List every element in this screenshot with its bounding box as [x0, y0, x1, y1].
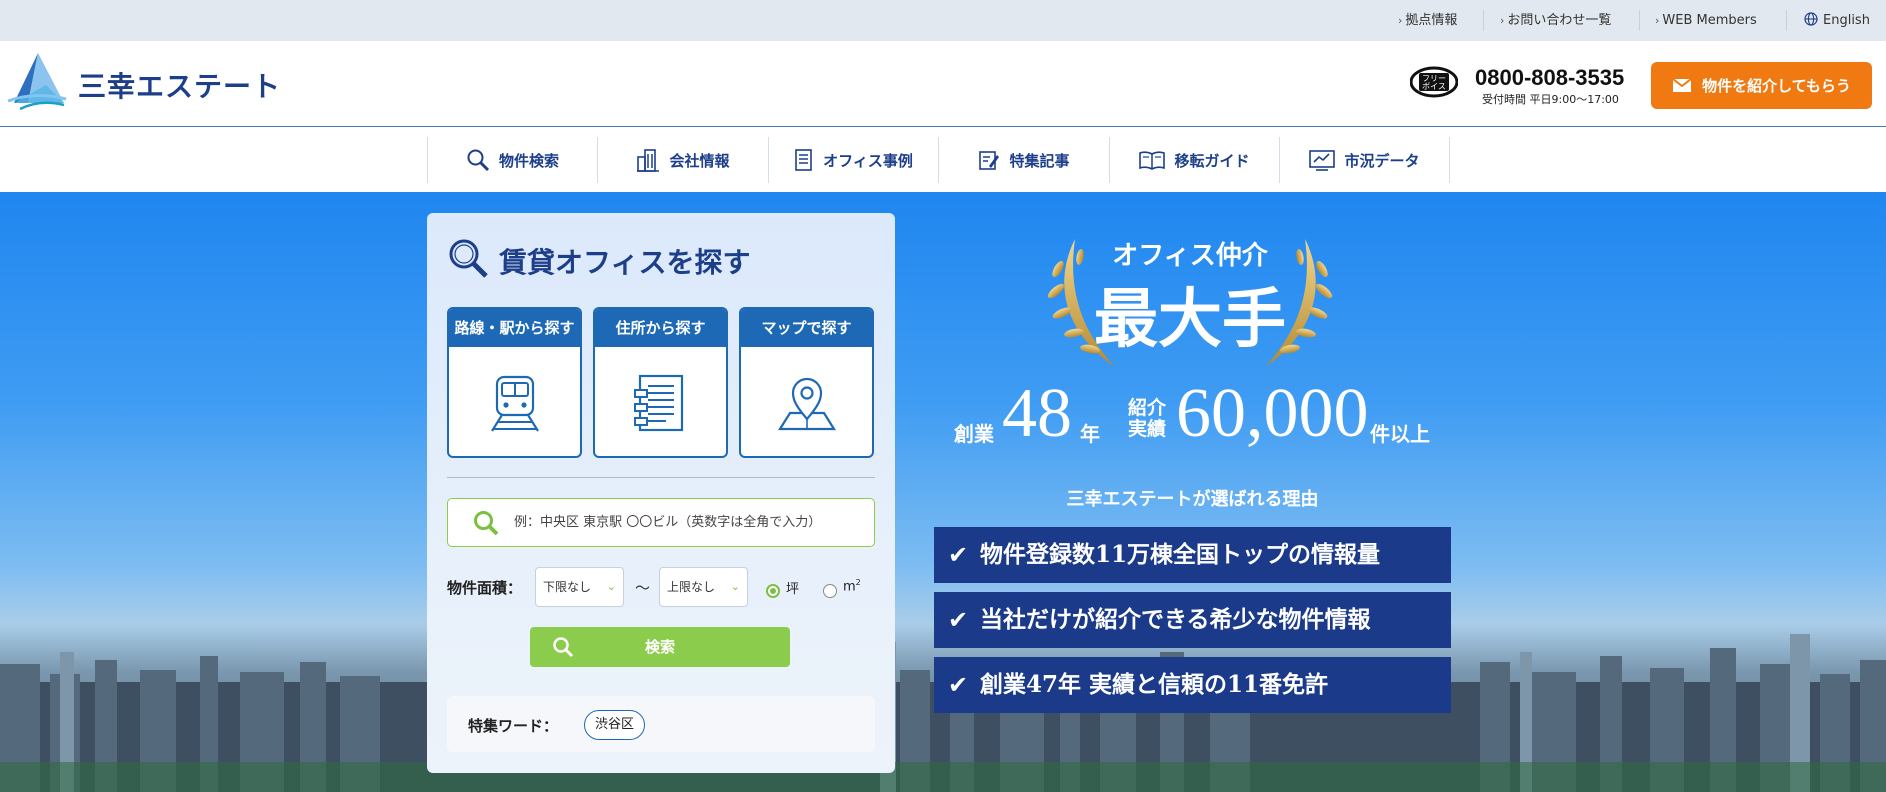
nav-office-cases[interactable]: オフィス事例	[768, 137, 938, 183]
language-switch[interactable]: English	[1804, 0, 1870, 41]
building-icon	[637, 149, 660, 172]
globe-icon	[1804, 12, 1818, 26]
reason-item: ✔ 当社だけが紹介できる希少な物件情報	[934, 592, 1451, 648]
unit-sqm-radio[interactable]	[823, 584, 837, 598]
feature-words-label: 特集ワード：	[468, 717, 559, 735]
book-icon	[1139, 151, 1166, 170]
logo-text: 三幸エステート	[78, 70, 282, 103]
check-icon: ✔	[948, 671, 969, 699]
divider	[1483, 10, 1484, 31]
phone-hours: 受付時間 平日9:00〜17:00	[1482, 93, 1619, 106]
map-pin-icon	[777, 377, 836, 430]
site-header: 三幸エステート フリー ボイス 0800-808-3535 受付時間 平日9:0…	[0, 41, 1886, 127]
stat-founded-prefix: 創業	[954, 422, 994, 446]
tab-search-by-address[interactable]: 住所から探す	[593, 307, 728, 458]
award-title: 最大手	[1094, 282, 1286, 357]
magnifier-icon	[449, 239, 488, 278]
range-separator: 〜	[635, 579, 651, 597]
document-icon	[795, 149, 812, 171]
check-icon: ✔	[948, 606, 969, 634]
panel-title: 賃貸オフィスを探す	[499, 246, 751, 279]
unit-tsubo-label: 坪	[786, 582, 800, 597]
stat-intro-label: 紹介 実績	[1128, 397, 1167, 440]
panel-divider	[447, 477, 875, 478]
search-icon	[467, 149, 490, 172]
reason-item: ✔ 創業47年 実績と信頼の11番免許	[934, 657, 1451, 713]
tab-search-by-line-station[interactable]: 路線・駅から探す	[447, 307, 582, 458]
chevron-right-icon: ›	[1500, 14, 1505, 27]
mail-icon	[1672, 78, 1692, 92]
chevron-down-icon: ⌄	[730, 580, 740, 593]
stat-founded-suffix: 年	[1080, 422, 1100, 446]
area-min-select[interactable]: 下限なし ⌄	[535, 567, 624, 607]
area-max-select[interactable]: 上限なし ⌄	[659, 567, 748, 607]
unit-tsubo-radio[interactable]	[766, 584, 780, 598]
nav-company-info[interactable]: 会社情報	[597, 137, 768, 183]
address-list-icon	[633, 374, 683, 431]
utility-bar: › 拠点情報 › お問い合わせ一覧 › WEB Members English	[0, 0, 1886, 41]
edit-note-icon	[979, 151, 1000, 170]
chart-monitor-icon	[1309, 150, 1336, 171]
nav-market-data[interactable]: 市況データ	[1279, 137, 1450, 183]
award-subtitle: オフィス仲介	[1112, 241, 1268, 271]
search-panel: 賃貸オフィスを探す 路線・駅から探す 住所から探す マップで探す 物件面積： 下…	[427, 213, 895, 773]
search-box	[447, 498, 875, 547]
reasons-title: 三幸エステートが選ばれる理由	[1066, 489, 1319, 510]
phone-number[interactable]: 0800-808-3535	[1475, 65, 1624, 91]
nav-property-search[interactable]: 物件検索	[427, 137, 597, 183]
reason-item: ✔ 物件登録数11万棟全国トップの情報量	[934, 527, 1451, 583]
train-icon	[490, 375, 539, 432]
util-link-web-members[interactable]: › WEB Members	[1655, 0, 1757, 41]
nav-feature-articles[interactable]: 特集記事	[938, 137, 1109, 183]
chevron-right-icon: ›	[1398, 14, 1403, 27]
svg-text:ボイス: ボイス	[1422, 82, 1446, 91]
stat-intro-value: 60,000	[1176, 375, 1369, 452]
request-property-button[interactable]: 物件を紹介してもらう	[1651, 62, 1872, 109]
logo-mark-icon	[7, 53, 67, 111]
unit-sqm-label: m2	[843, 578, 861, 595]
feature-words: 特集ワード： 渋谷区	[447, 696, 875, 752]
area-label: 物件面積：	[447, 579, 523, 597]
util-link-inquiries[interactable]: › お問い合わせ一覧	[1500, 0, 1611, 41]
divider	[1639, 10, 1640, 31]
divider	[1786, 10, 1787, 31]
tab-search-by-map[interactable]: マップで探す	[739, 307, 874, 458]
keyword-search-input[interactable]	[514, 499, 869, 546]
site-logo[interactable]: 三幸エステート	[6, 51, 280, 113]
nav-relocation-guide[interactable]: 移転ガイド	[1109, 137, 1279, 183]
search-button[interactable]: 検索	[530, 627, 790, 667]
search-icon	[474, 511, 499, 536]
freedial-badge-icon: フリー ボイス	[1410, 66, 1458, 98]
stat-intro-suffix: 件以上	[1370, 422, 1430, 446]
feature-chip[interactable]: 渋谷区	[584, 710, 646, 740]
chevron-down-icon: ⌄	[606, 580, 616, 593]
util-link-offices[interactable]: › 拠点情報	[1398, 0, 1457, 41]
check-icon: ✔	[948, 541, 969, 569]
stat-founded-value: 48	[1002, 375, 1072, 452]
chevron-right-icon: ›	[1655, 14, 1660, 27]
main-nav: 物件検索 会社情報 オフィス事例 特集記事 移転ガイド 市況データ	[0, 128, 1886, 192]
